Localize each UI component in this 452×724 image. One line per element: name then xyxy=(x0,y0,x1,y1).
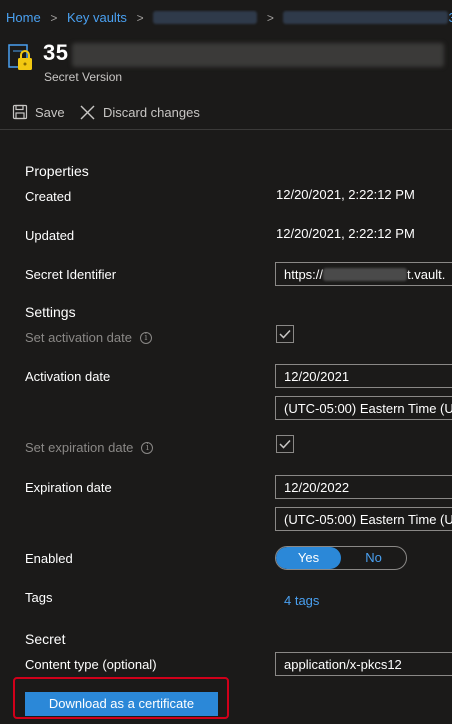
secret-identifier-redacted xyxy=(323,268,408,281)
updated-value: 12/20/2021, 2:22:12 PM xyxy=(276,226,415,241)
chevron-right-icon: > xyxy=(266,11,274,25)
breadcrumb-home[interactable]: Home xyxy=(6,10,41,25)
content-type-label: Content type (optional) xyxy=(25,657,157,672)
breadcrumb-vault-redacted[interactable] xyxy=(153,11,258,24)
page-title: 35 xyxy=(43,40,69,65)
set-activation-date-label: Set activation date i xyxy=(25,330,152,345)
tags-label: Tags xyxy=(25,590,53,605)
checkmark-icon xyxy=(279,439,291,449)
secret-version-page: Home > Key vaults > > 3 35 Secret Versio… xyxy=(0,0,452,724)
discard-changes-button[interactable]: Discard changes xyxy=(79,104,200,121)
save-button[interactable]: Save xyxy=(12,104,65,120)
toolbar-divider xyxy=(0,129,452,130)
key-vault-secret-icon xyxy=(8,44,32,70)
secret-identifier-field[interactable]: https:// t.vault. xyxy=(275,262,452,286)
activation-timezone-value: (UTC-05:00) Eastern Time (US xyxy=(284,401,452,416)
download-certificate-button[interactable]: Download as a certificate xyxy=(25,692,218,716)
content-type-field[interactable]: application/x-pkcs12 xyxy=(275,652,452,676)
breadcrumb-key-vaults[interactable]: Key vaults xyxy=(67,10,127,25)
enabled-toggle[interactable]: Yes No xyxy=(275,546,407,570)
set-expiration-date-text: Set expiration date xyxy=(25,440,134,455)
expiration-date-field[interactable]: 12/20/2022 xyxy=(275,475,452,499)
breadcrumb-secret-fragment[interactable]: 3 xyxy=(448,10,452,25)
info-icon[interactable]: i xyxy=(141,441,154,454)
enabled-no-option[interactable]: No xyxy=(341,547,406,569)
save-label: Save xyxy=(35,104,65,120)
activation-date-value: 12/20/2021 xyxy=(284,369,350,384)
chevron-right-icon: > xyxy=(136,11,144,25)
secret-heading: Secret xyxy=(25,631,66,647)
created-label: Created xyxy=(25,189,72,204)
updated-label: Updated xyxy=(25,228,75,243)
content-type-value: application/x-pkcs12 xyxy=(284,657,402,672)
breadcrumb: Home > Key vaults > > 3 xyxy=(6,10,452,28)
expiration-date-value: 12/20/2022 xyxy=(284,480,350,495)
expiration-date-label: Expiration date xyxy=(25,480,112,495)
enabled-yes-option[interactable]: Yes xyxy=(276,547,341,569)
set-activation-date-text: Set activation date xyxy=(25,330,132,345)
page-subtitle: Secret Version xyxy=(44,70,123,84)
page-title-redacted xyxy=(72,43,444,67)
chevron-right-icon: > xyxy=(50,11,58,25)
set-expiration-date-checkbox[interactable] xyxy=(276,435,294,453)
activation-date-label: Activation date xyxy=(25,369,111,384)
expiration-timezone-select[interactable]: (UTC-05:00) Eastern Time (US xyxy=(275,507,452,531)
created-value: 12/20/2021, 2:22:12 PM xyxy=(276,187,415,202)
activation-date-field[interactable]: 12/20/2021 xyxy=(275,364,452,388)
command-bar: Save Discard changes xyxy=(0,98,452,128)
breadcrumb-secret-redacted[interactable] xyxy=(283,11,449,24)
info-icon[interactable]: i xyxy=(139,331,152,344)
save-icon xyxy=(12,104,28,120)
set-expiration-date-label: Set expiration date i xyxy=(25,440,154,455)
discard-changes-label: Discard changes xyxy=(103,105,200,120)
tags-link[interactable]: 4 tags xyxy=(284,593,319,608)
close-icon xyxy=(80,105,95,120)
checkmark-icon xyxy=(279,329,291,339)
secret-identifier-label: Secret Identifier xyxy=(25,267,117,282)
settings-heading: Settings xyxy=(25,304,76,320)
secret-identifier-prefix: https:// xyxy=(284,267,324,282)
expiration-timezone-value: (UTC-05:00) Eastern Time (US xyxy=(284,512,452,527)
properties-heading: Properties xyxy=(25,163,89,179)
activation-timezone-select[interactable]: (UTC-05:00) Eastern Time (US xyxy=(275,396,452,420)
set-activation-date-checkbox[interactable] xyxy=(276,325,294,343)
secret-identifier-suffix: t.vault. xyxy=(407,267,446,282)
enabled-label: Enabled xyxy=(25,551,73,566)
